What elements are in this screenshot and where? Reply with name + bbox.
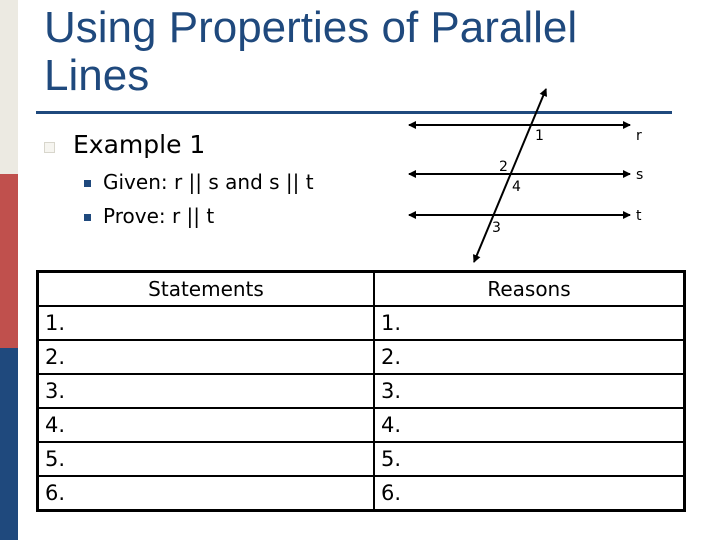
table-row: 1. 1. <box>36 305 686 341</box>
statement-cell[interactable]: 1. <box>36 305 375 341</box>
statements-header: Statements <box>36 270 375 307</box>
reason-cell[interactable]: 6. <box>373 475 686 512</box>
table-row: 6. 6. <box>36 475 686 512</box>
two-column-proof-table: Statements Reasons 1. 1. 2. 2. 3. 3. 4. … <box>36 270 686 512</box>
example-heading-text: Example 1 <box>73 130 206 159</box>
table-row: 4. 4. <box>36 407 686 443</box>
angle-label-2: 2 <box>499 159 508 175</box>
angle-label-3: 3 <box>492 220 501 236</box>
line-label-r: r <box>636 128 642 144</box>
reason-cell[interactable]: 1. <box>373 305 686 341</box>
reason-cell[interactable]: 2. <box>373 339 686 375</box>
sidebar-segment-beige <box>0 0 18 174</box>
sidebar-segment-blue <box>0 348 18 540</box>
prove-bullet: Prove: r || t <box>84 204 214 228</box>
statement-cell[interactable]: 6. <box>36 475 375 512</box>
transversal-line <box>472 88 548 263</box>
table-row: 3. 3. <box>36 373 686 409</box>
hollow-square-bullet-icon <box>44 142 55 153</box>
sidebar-segment-red <box>0 174 18 348</box>
statement-cell[interactable]: 4. <box>36 407 375 443</box>
line-label-s: s <box>636 167 643 183</box>
prove-text: Prove: r || t <box>103 204 215 228</box>
table-row: 5. 5. <box>36 441 686 477</box>
statement-cell[interactable]: 2. <box>36 339 375 375</box>
reason-cell[interactable]: 5. <box>373 441 686 477</box>
slide-title: Using Properties of Parallel Lines <box>44 3 578 100</box>
title-underline <box>36 111 672 114</box>
angle-label-1: 1 <box>535 128 544 144</box>
square-bullet-icon <box>84 214 91 221</box>
table-row: 2. 2. <box>36 339 686 375</box>
square-bullet-icon <box>84 180 91 187</box>
angle-label-4: 4 <box>512 179 521 195</box>
example-heading: Example 1 <box>44 130 205 159</box>
reason-cell[interactable]: 4. <box>373 407 686 443</box>
table-header-row: Statements Reasons <box>36 270 686 307</box>
statement-cell[interactable]: 5. <box>36 441 375 477</box>
sidebar-decoration <box>0 0 18 540</box>
reasons-header: Reasons <box>373 270 686 307</box>
statement-cell[interactable]: 3. <box>36 373 375 409</box>
line-label-t: t <box>636 208 642 224</box>
reason-cell[interactable]: 3. <box>373 373 686 409</box>
given-text: Given: r || s and s || t <box>103 170 314 194</box>
given-bullet: Given: r || s and s || t <box>84 170 314 194</box>
